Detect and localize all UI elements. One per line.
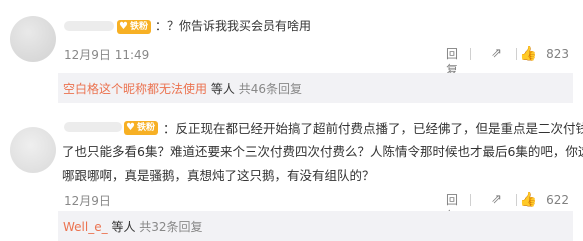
comment-item: ♥ 铁粉 ：？你告诉我我买会员有啥用 12月9日 11:49 回复 ⇗ 👍 82… [0, 0, 583, 113]
divider [516, 48, 517, 60]
sub-reply-tail: 等人 [111, 220, 136, 234]
comment-text-line: ：反正现在都已经开始搞了超前付费点播了，已经佛了，但是重点是二次付钱 [163, 121, 583, 136]
heart-icon: ♥ [119, 21, 128, 32]
forward-icon[interactable]: ⇗ [491, 46, 502, 62]
comment-text: ：？你告诉我我买会员有啥用 [155, 19, 312, 33]
sub-reply-tail: 等人 [210, 82, 235, 96]
forward-icon[interactable]: ⇗ [491, 192, 502, 208]
heart-icon: ♥ [126, 122, 135, 133]
sub-reply-user[interactable]: 空白格这个昵称都无法使用 [63, 82, 207, 96]
comment-text-line: 了也只能多看6集？难道还要来个三次付费四次付费么？人陈情令那时候也才最后6集的吧… [62, 144, 583, 159]
fan-badge: ♥ 铁粉 [124, 121, 159, 135]
comment-time: 12月9日 11:49 [64, 48, 150, 62]
fan-badge-label: 铁粉 [137, 123, 156, 133]
username-redacted[interactable] [64, 120, 122, 134]
fan-badge-label: 铁粉 [130, 22, 149, 32]
sub-reply-count[interactable]: 共32条回复 [139, 220, 202, 234]
username-redacted[interactable] [64, 19, 116, 33]
like-count: 823 [546, 47, 569, 61]
comment-item: ♥ 铁粉 ：反正现在都已经开始搞了超前付费点播了，已经佛了，但是重点是二次付钱 … [0, 113, 583, 241]
like-count: 622 [546, 193, 569, 207]
thumbs-up-icon[interactable]: 👍 [520, 46, 537, 62]
sub-reply-bar[interactable]: 空白格这个昵称都无法使用 等人 共46条回复 [58, 73, 573, 103]
divider [470, 194, 471, 206]
sub-reply-count[interactable]: 共46条回复 [239, 82, 302, 96]
sub-reply-user[interactable]: Well_e_ [63, 220, 108, 234]
divider [516, 194, 517, 206]
avatar[interactable] [10, 127, 56, 173]
thumbs-up-icon[interactable]: 👍 [520, 192, 537, 208]
fan-badge: ♥ 铁粉 [117, 20, 152, 34]
sub-reply-bar[interactable]: Well_e_ 等人 共32条回复 [58, 211, 573, 241]
divider [470, 48, 471, 60]
avatar[interactable] [10, 16, 56, 62]
comment-text-line: 哪跟哪啊，真是骚鹅，真想炖了这只鹅，有没有组队的？ [62, 168, 375, 183]
comment-time: 12月9日 [64, 194, 111, 208]
